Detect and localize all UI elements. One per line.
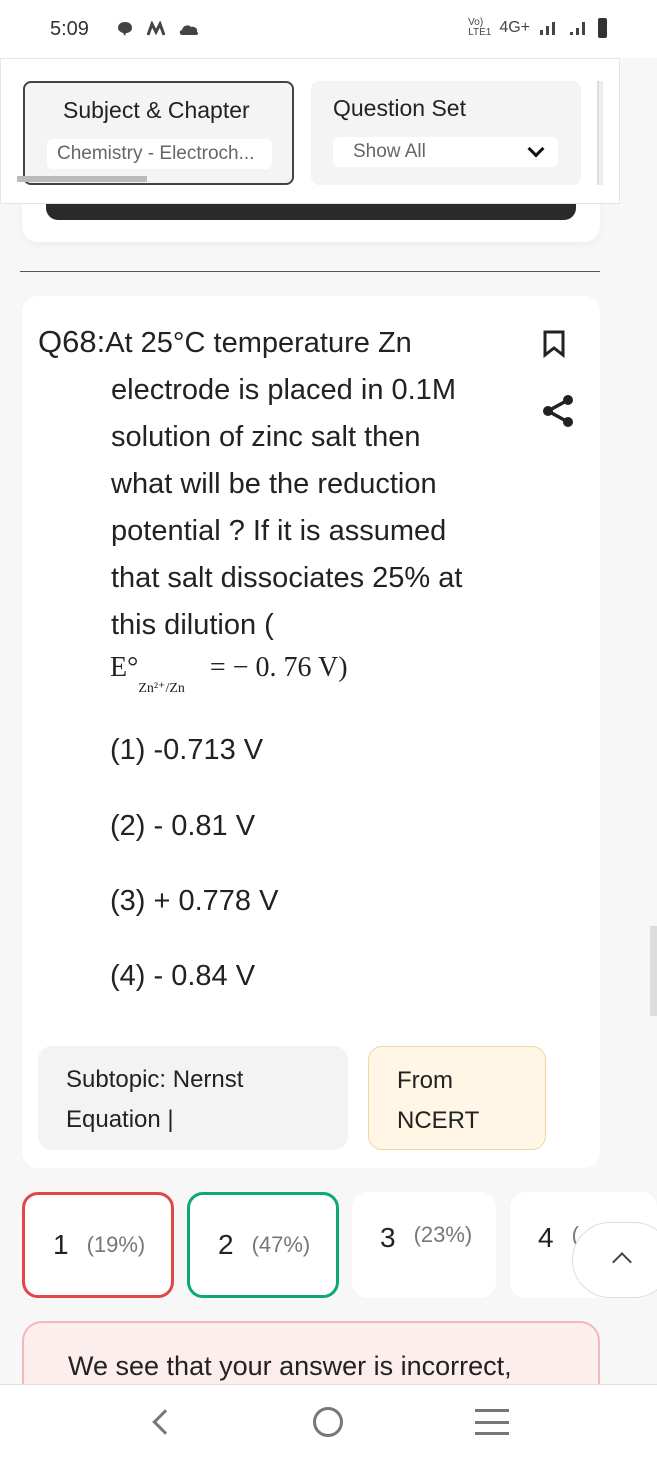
answer-percent: (23%): [413, 1222, 473, 1247]
question-line: what will be the reduction: [111, 468, 437, 500]
share-icon[interactable]: [540, 392, 578, 430]
scroll-to-top-button[interactable]: [572, 1222, 657, 1298]
answer-option-number: 1: [53, 1229, 69, 1260]
formula-value: = − 0. 76 V): [209, 652, 348, 683]
answer-option-number: 2: [218, 1229, 234, 1260]
qset-selected-value: Show All: [353, 141, 426, 162]
question-line: this dilution (: [111, 609, 274, 641]
option-1: (1) -0.713 V: [110, 734, 264, 766]
question-line: potential ? If it is assumed: [111, 515, 447, 547]
standard-potential-formula: E°Zn²⁺/Zn = − 0. 76 V): [110, 652, 348, 696]
navigation-bar: [0, 1384, 657, 1461]
source-tag: From NCERT: [368, 1046, 546, 1150]
answer-button-2[interactable]: 2 (47%): [187, 1192, 339, 1298]
question-line: electrode is placed in 0.1M: [111, 374, 456, 406]
recent-apps-icon[interactable]: [475, 1409, 509, 1435]
formula-subscript: Zn²⁺/Zn: [138, 681, 185, 696]
subject-chapter-filter[interactable]: Subject & Chapter Chemistry - Electroch.…: [23, 81, 294, 185]
option-3: (3) + 0.778 V: [110, 885, 279, 917]
back-icon[interactable]: [152, 1409, 178, 1435]
question-text: Q68:At 25°C temperature Zn electrode is …: [38, 318, 508, 649]
m-icon: [146, 21, 166, 36]
notification-icons: [116, 20, 200, 38]
system-icons: Vo) LTE1 4G+: [468, 18, 607, 38]
option-2: (2) - 0.81 V: [110, 810, 256, 842]
question-line: solution of zinc salt then: [111, 421, 421, 453]
answer-percent: (19%): [86, 1232, 146, 1257]
chevron-down-icon: [527, 140, 545, 158]
subject-filter-value[interactable]: Chemistry - Electroch...: [47, 139, 272, 169]
battery-icon: [598, 18, 607, 38]
answer-button-1[interactable]: 1 (19%): [22, 1192, 174, 1298]
volte-icon: Vo) LTE1: [468, 17, 492, 38]
signal-icon-2: [570, 22, 585, 35]
divider: [20, 271, 600, 272]
subtopic-tag: Subtopic: Nernst Equation |: [38, 1046, 348, 1150]
chevron-up-icon: [612, 1252, 632, 1272]
dark-button-edge[interactable]: [46, 204, 576, 220]
source-line-1: From: [397, 1067, 453, 1094]
signal-icon: [540, 22, 555, 35]
home-icon[interactable]: [313, 1407, 343, 1437]
question-line: At 25°C temperature Zn: [105, 327, 412, 359]
horizontal-scrollbar[interactable]: [17, 176, 147, 182]
source-line-2: NCERT: [397, 1107, 480, 1134]
option-4: (4) - 0.84 V: [110, 960, 256, 992]
status-bar: 5:09 Vo) LTE1 4G+: [0, 0, 657, 58]
question-line: that salt dissociates 25% at: [111, 562, 463, 594]
question-card: Q68:At 25°C temperature Zn electrode is …: [22, 296, 600, 1168]
next-filter-card[interactable]: [597, 81, 603, 185]
bookmark-icon[interactable]: [542, 330, 566, 358]
network-type: 4G+: [499, 19, 530, 36]
filter-bar: Subject & Chapter Chemistry - Electroch.…: [0, 58, 620, 204]
subtopic-value: Equation |: [66, 1106, 174, 1133]
scrollbar[interactable]: [650, 926, 657, 1016]
qset-filter-title: Question Set: [333, 95, 466, 121]
question-set-filter[interactable]: Question Set Show All: [311, 81, 581, 185]
status-time: 5:09: [50, 18, 89, 40]
feedback-text: We see that your answer is incorrect,: [68, 1351, 512, 1381]
formula-symbol: E°: [110, 652, 139, 683]
answer-option-number: 4: [538, 1222, 554, 1253]
answer-option-number: 3: [380, 1222, 396, 1253]
answer-percent: (47%): [251, 1232, 311, 1257]
question-number: Q68:: [38, 324, 106, 359]
subject-filter-title: Subject & Chapter: [63, 97, 250, 123]
cloud-icon: [179, 25, 199, 35]
answer-button-3[interactable]: 3 (23%): [352, 1192, 496, 1298]
subtopic-label: Subtopic: Nernst: [66, 1066, 244, 1093]
qset-dropdown[interactable]: Show All: [333, 137, 558, 167]
chat-icon: [118, 22, 132, 36]
